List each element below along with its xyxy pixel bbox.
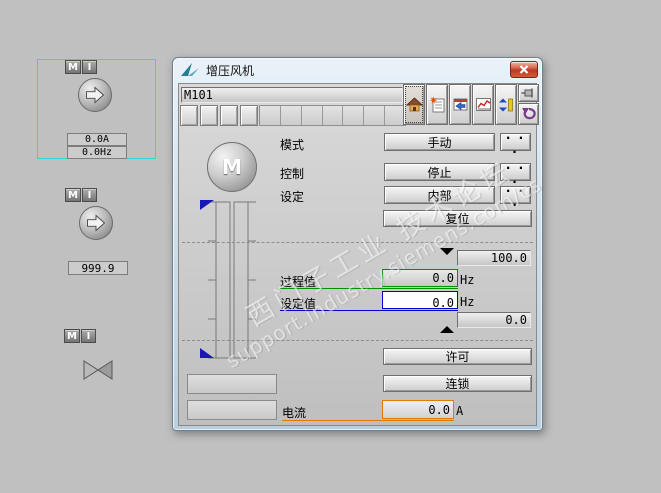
- alarm-list-icon: [429, 96, 444, 113]
- trend-icon: [475, 98, 491, 111]
- low-limit-arrow-icon: [440, 326, 454, 333]
- control-more-button[interactable]: . . .: [500, 158, 531, 186]
- back-button[interactable]: [518, 103, 539, 125]
- mode-indicator-m: M: [64, 329, 80, 343]
- high-limit-arrow-icon: [440, 248, 454, 255]
- permit-button[interactable]: 许可: [383, 348, 532, 365]
- undo-icon: [522, 108, 536, 120]
- pin-button[interactable]: [518, 84, 539, 102]
- current-value-field: 0.0: [382, 400, 454, 419]
- setpoint-underline: [280, 310, 458, 311]
- tag-field: M101: [181, 87, 403, 103]
- motor2-value-readout: 999.9: [68, 261, 128, 275]
- mode-indicator-m: M: [65, 188, 81, 202]
- selector-button-2[interactable]: [200, 105, 218, 126]
- process-value-unit: Hz: [460, 273, 475, 287]
- motor-status-symbol: M: [207, 142, 257, 192]
- current-label: 电流: [282, 406, 307, 420]
- process-value-field: 0.0: [382, 269, 458, 287]
- home-icon: [405, 97, 423, 112]
- faceplate-client-area: M101 M 模式 手动 . . . 控制 停止 . . . 设定 内部 . .…: [178, 83, 539, 426]
- interlock-indicator-i: I: [82, 60, 97, 74]
- setpoint-unit: Hz: [460, 295, 475, 309]
- status-cell-strip: [259, 105, 406, 126]
- faceplate-window: 增压风机 M101 M 模式 手动 . . . 控制 停止 . . . 设定 内…: [172, 57, 543, 431]
- process-underline: [280, 288, 458, 289]
- setting-label: 设定: [280, 190, 305, 204]
- mode-indicator-m: M: [65, 60, 81, 74]
- trend-view-button[interactable]: [472, 84, 494, 125]
- motor1-current-readout: 0.0A: [67, 133, 127, 146]
- home-view-button[interactable]: [403, 84, 425, 125]
- pin-icon: [521, 88, 533, 98]
- right-arrow-icon: [87, 214, 106, 232]
- limits-view-button[interactable]: [495, 84, 517, 125]
- control-label: 控制: [280, 167, 305, 181]
- selector-button-4[interactable]: [240, 105, 258, 126]
- separator: [182, 242, 533, 243]
- alarm-list-button[interactable]: [426, 84, 448, 125]
- valve-icon: [83, 360, 113, 380]
- window-titlebar[interactable]: 增压风机: [173, 58, 542, 82]
- limits-icon: [499, 98, 513, 111]
- motor-symbol-2[interactable]: [79, 206, 113, 240]
- close-icon: [519, 65, 529, 74]
- status-cell: [343, 106, 365, 125]
- setpoint-input[interactable]: [383, 295, 457, 311]
- status-cell: [281, 106, 302, 125]
- current-underline: [282, 420, 454, 421]
- plant-screen: M I 0.0A 0.0Hz M I 999.9 M I 增压风机 M101 M…: [0, 0, 661, 493]
- status-text-field-2: [187, 400, 277, 420]
- selector-button-3[interactable]: [220, 105, 238, 126]
- faceplate-app-icon: [181, 63, 199, 76]
- window-title: 增压风机: [206, 63, 255, 78]
- status-cell: [323, 106, 344, 125]
- setpoint-field[interactable]: [382, 291, 458, 311]
- message-window-button[interactable]: [449, 84, 471, 125]
- high-marker-icon: [200, 200, 214, 210]
- motor1-frequency-readout: 0.0Hz: [67, 146, 127, 159]
- bargraph: [200, 200, 256, 359]
- low-limit-field: 0.0: [457, 312, 531, 328]
- interlock-indicator-i: I: [81, 329, 96, 343]
- control-value-button[interactable]: 停止: [384, 163, 495, 181]
- mode-value-button[interactable]: 手动: [384, 133, 495, 151]
- setting-value-button[interactable]: 内部: [384, 186, 495, 204]
- valve-symbol[interactable]: [83, 360, 113, 384]
- interlock-button[interactable]: 连锁: [383, 375, 532, 392]
- high-limit-field: 100.0: [457, 250, 531, 266]
- mode-label: 模式: [280, 138, 305, 152]
- motor-symbol-1[interactable]: [78, 78, 112, 112]
- setting-more-button[interactable]: . . .: [500, 181, 531, 209]
- status-cell: [302, 106, 323, 125]
- interlock-indicator-i: I: [82, 188, 97, 202]
- close-button[interactable]: [510, 61, 538, 78]
- separator: [182, 340, 533, 341]
- message-icon: [453, 98, 467, 111]
- mode-more-button[interactable]: . . .: [500, 128, 531, 156]
- status-text-field-1: [187, 374, 277, 394]
- reset-button[interactable]: 复位: [383, 210, 532, 227]
- status-cell: [364, 106, 386, 125]
- right-arrow-icon: [86, 86, 105, 104]
- status-cell: [260, 106, 281, 125]
- selector-button-1[interactable]: [180, 105, 198, 126]
- current-unit: A: [456, 404, 464, 418]
- low-marker-icon: [200, 348, 214, 358]
